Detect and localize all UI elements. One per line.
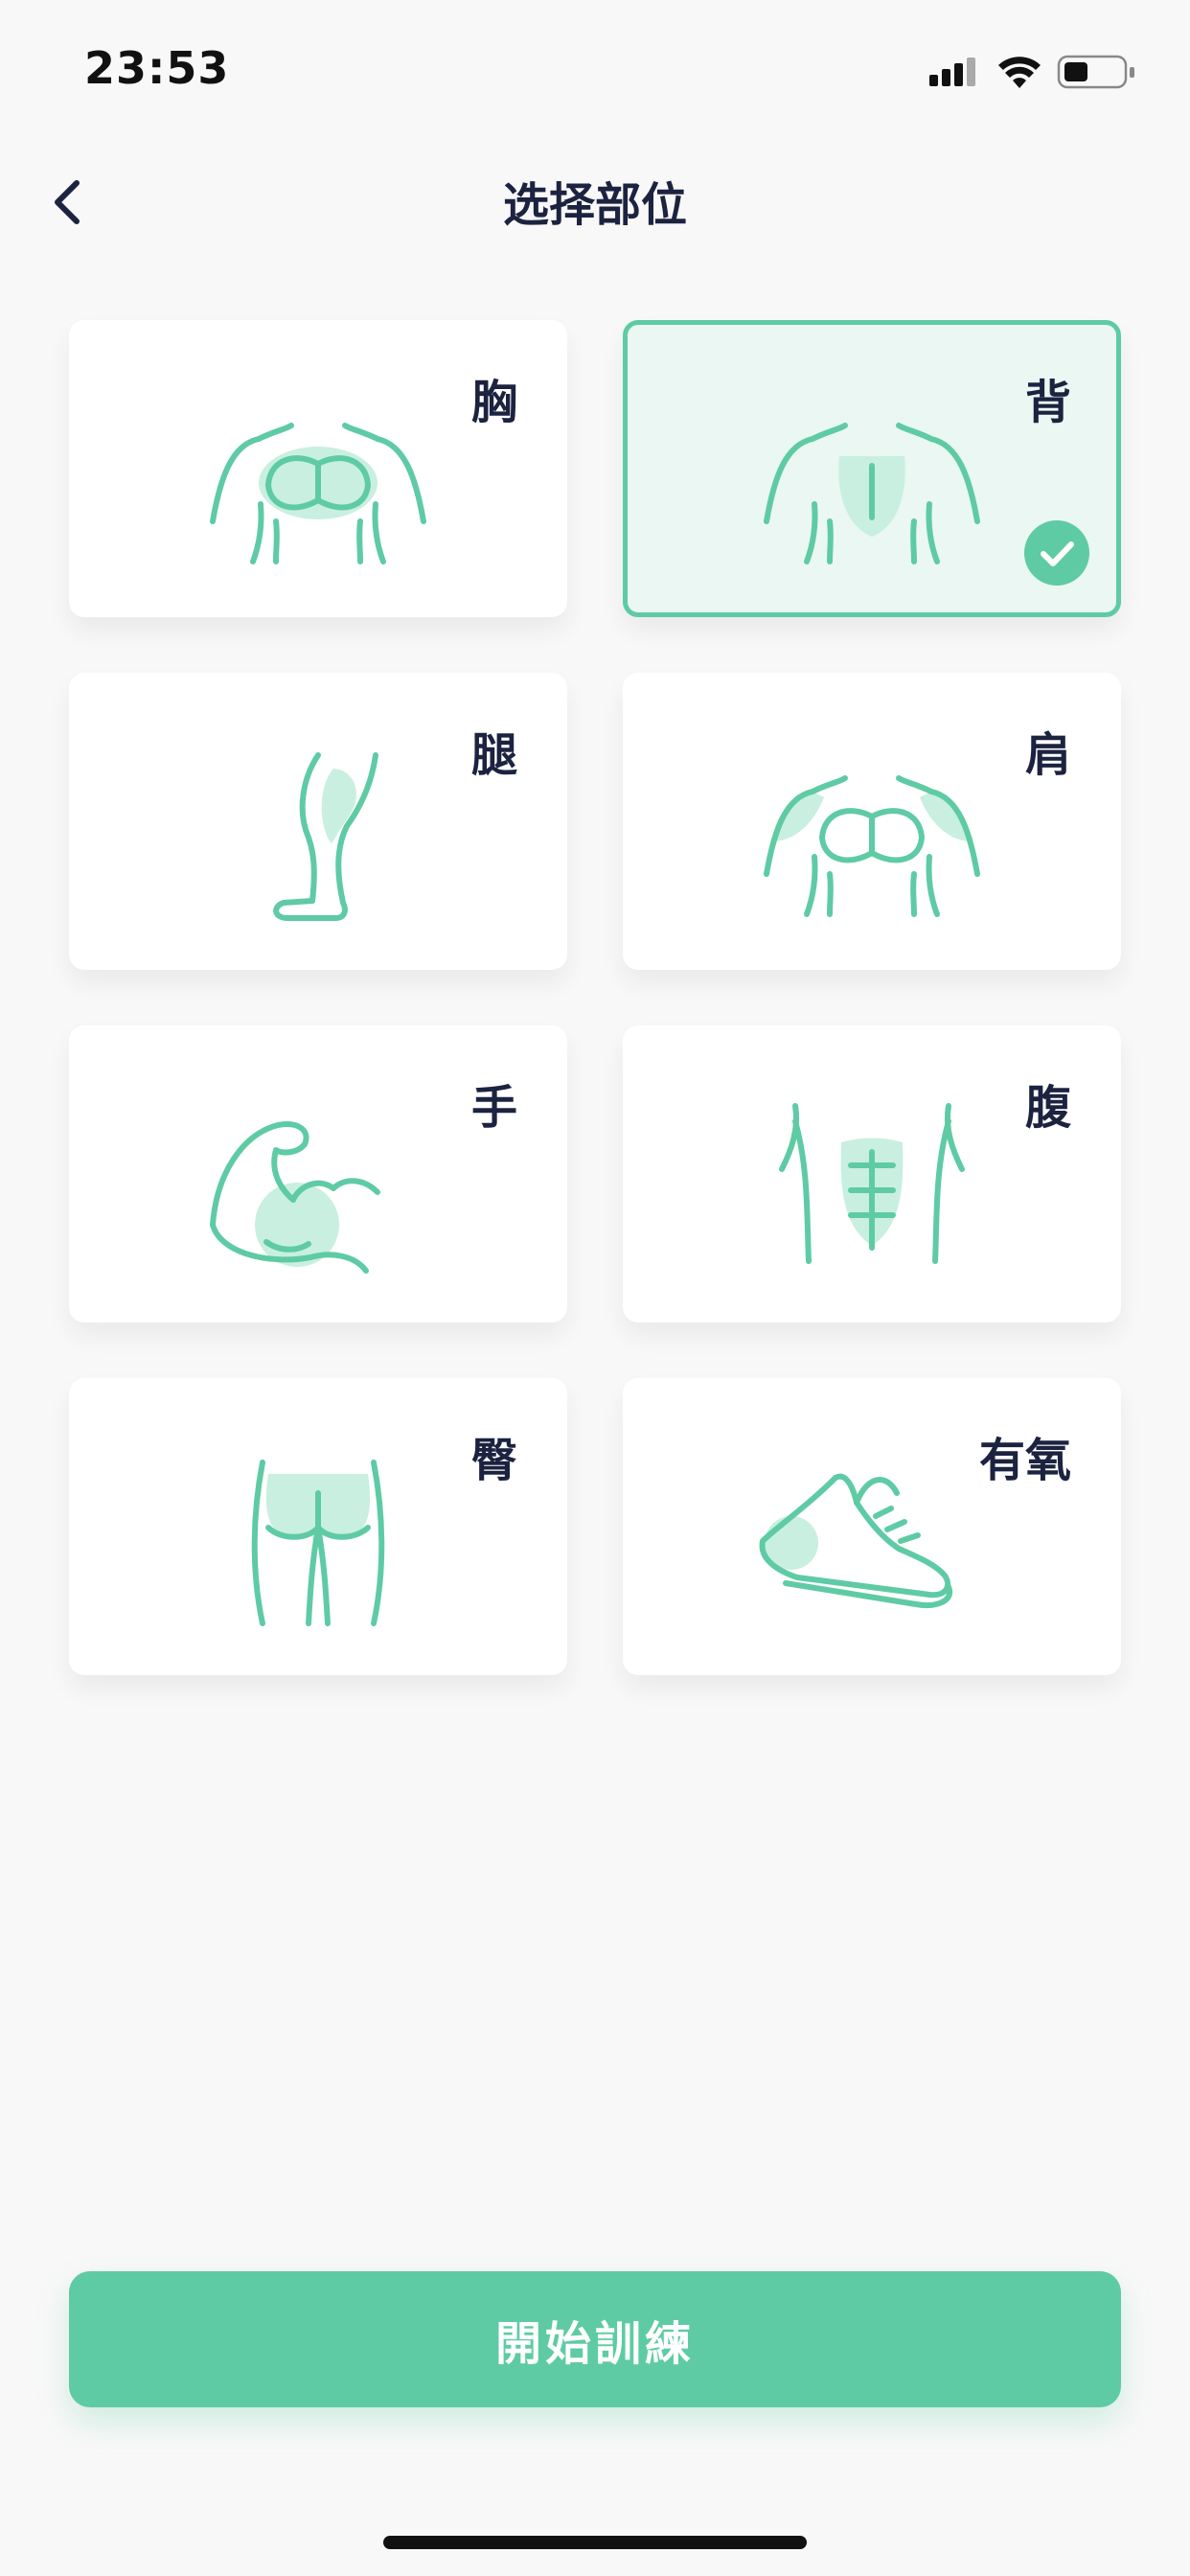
abs-icon — [779, 1103, 965, 1264]
leg-icon — [273, 752, 378, 921]
check-circle-icon — [1024, 520, 1089, 586]
body-part-label: 有氧 — [978, 1434, 1071, 1487]
sneaker-icon — [759, 1473, 953, 1608]
back-muscle-icon — [764, 423, 980, 564]
body-part-card-shoulders[interactable]: 肩 — [623, 673, 1121, 970]
glutes-icon — [251, 1460, 385, 1626]
battery-icon — [1057, 55, 1134, 89]
body-part-card-cardio[interactable]: 有氧 — [623, 1378, 1121, 1675]
home-indicator — [383, 2536, 807, 2549]
arm-icon — [210, 1121, 380, 1274]
body-part-label: 肩 — [1024, 728, 1071, 782]
shoulder-icon — [764, 775, 980, 917]
body-part-card-legs[interactable]: 腿 — [69, 673, 567, 970]
start-training-button[interactable]: 開始訓練 — [69, 2271, 1121, 2407]
cellular-signal-icon — [929, 58, 975, 86]
body-part-label: 胸 — [470, 376, 517, 429]
body-part-label: 臀 — [470, 1434, 517, 1487]
body-part-card-glutes[interactable]: 臀 — [69, 1378, 567, 1675]
wifi-icon — [998, 57, 1041, 88]
body-part-card-back[interactable]: 背 — [623, 320, 1121, 617]
body-part-card-abs[interactable]: 腹 — [623, 1025, 1121, 1322]
page-title: 选择部位 — [502, 178, 687, 232]
body-part-label: 腹 — [1024, 1081, 1071, 1135]
status-icons — [929, 50, 1140, 98]
body-part-label: 手 — [470, 1081, 517, 1135]
body-part-card-arms[interactable]: 手 — [69, 1025, 567, 1322]
status-time: 23:53 — [84, 42, 230, 94]
chest-icon — [210, 423, 426, 564]
body-part-label: 腿 — [470, 728, 517, 782]
body-part-label: 背 — [1024, 376, 1071, 429]
body-part-card-chest[interactable]: 胸 — [69, 320, 567, 617]
